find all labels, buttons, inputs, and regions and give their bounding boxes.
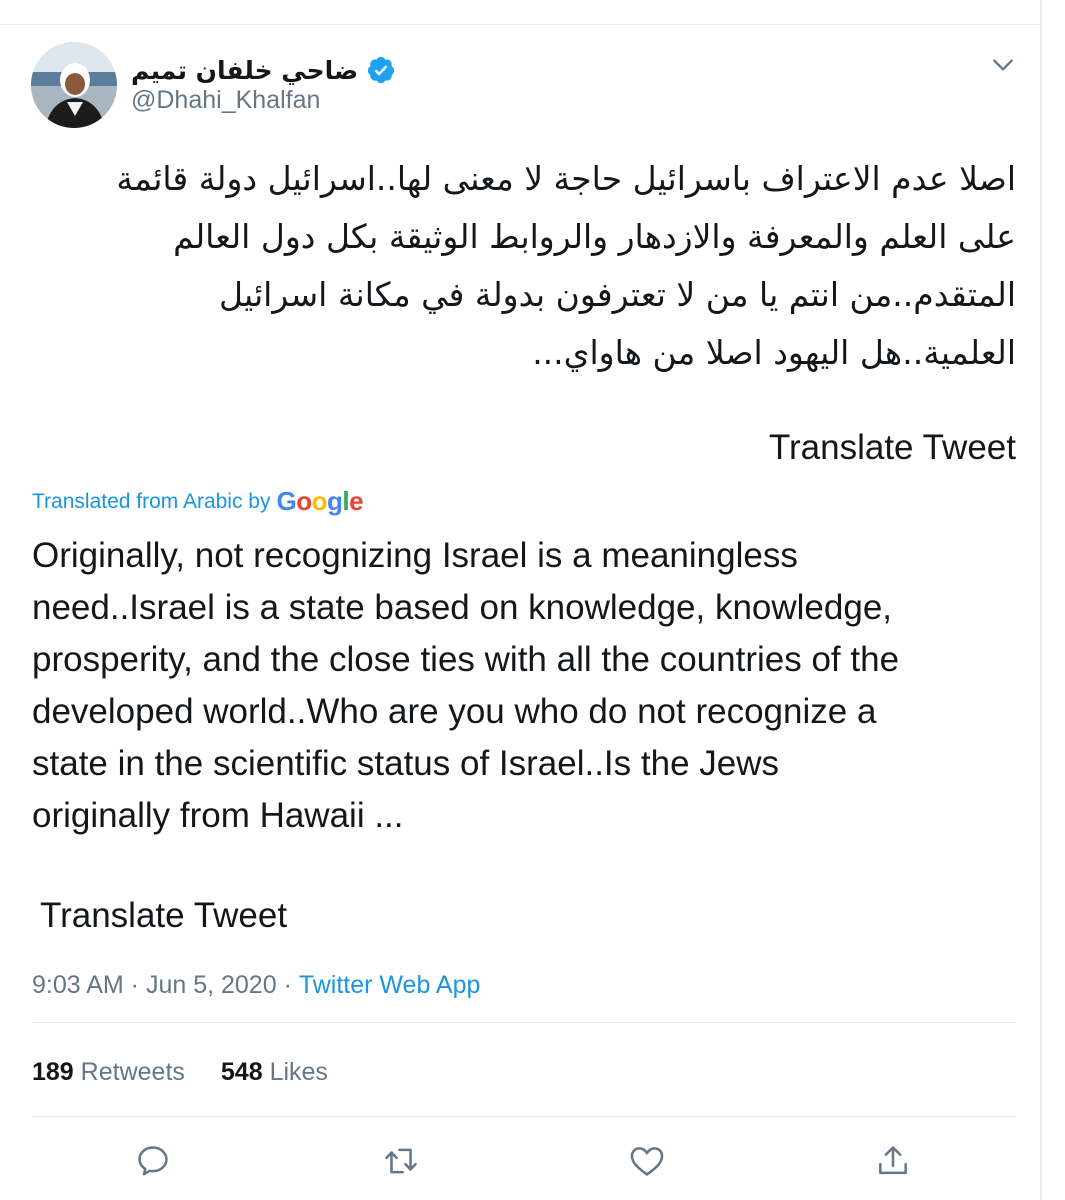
arabic-line: المتقدم..من انتم يا من لا تعترفون بدولة … (219, 275, 1016, 314)
tweet-card: ضاحي خلفان تميم @Dhahi_Khalfan اصلا عدم … (0, 0, 1042, 1200)
google-letter: e (349, 486, 364, 516)
share-icon[interactable] (874, 1142, 912, 1180)
likes-stat[interactable]: 548 Likes (221, 1058, 328, 1087)
translation-line: Originally, not recognizing Israel is a … (32, 536, 798, 575)
retweets-label: Retweets (80, 1058, 185, 1086)
tweet-source-link[interactable]: Twitter Web App (299, 971, 481, 1000)
retweets-count: 189 (32, 1058, 74, 1086)
avatar[interactable] (31, 42, 117, 128)
translated-from-label: Translated from Arabic by (32, 489, 271, 513)
tweet-date[interactable]: Jun 5, 2020 (146, 971, 277, 1000)
google-letter: o (311, 486, 328, 516)
display-name-row[interactable]: ضاحي خلفان تميم (131, 52, 396, 88)
top-divider (0, 24, 1042, 25)
retweet-icon[interactable] (382, 1142, 420, 1180)
translation-line: need..Israel is a state based on knowled… (32, 588, 893, 627)
translation-line: originally from Hawaii ... (32, 796, 404, 835)
likes-label: Likes (269, 1058, 328, 1086)
reply-icon[interactable] (134, 1142, 172, 1180)
display-name[interactable]: ضاحي خلفان تميم (131, 56, 358, 85)
google-letter: o (296, 486, 312, 516)
tweet-time[interactable]: 9:03 AM (32, 971, 124, 1000)
retweets-stat[interactable]: 189 Retweets (32, 1058, 185, 1087)
chevron-down-icon[interactable] (990, 52, 1016, 78)
verified-badge-icon (366, 55, 396, 85)
user-handle[interactable]: @Dhahi_Khalfan (131, 86, 320, 115)
translation-line: developed world..Who are you who do not … (32, 692, 877, 731)
tweet-text-translation: Originally, not recognizing Israel is a … (32, 530, 1012, 842)
divider (32, 1116, 1016, 1117)
likes-count: 548 (220, 1058, 263, 1086)
tweet-text-arabic: اصلا عدم الاعتراف باسرائيل حاجة لا معنى … (40, 150, 1016, 382)
translate-tweet-link-bottom[interactable]: Translate Tweet (40, 896, 287, 936)
google-letter: g (327, 486, 343, 516)
google-letter: G (276, 486, 297, 516)
divider (32, 1022, 1016, 1023)
translation-line: state in the scientific status of Israel… (32, 744, 779, 783)
meta-separator: · (123, 971, 146, 999)
google-logo: Google (277, 486, 364, 517)
arabic-line: العلمية..هل اليهود اصلا من هاواي... (532, 333, 1016, 372)
arabic-line: على العلم والمعرفة والازدهار والروابط ال… (173, 217, 1016, 256)
translated-from-attribution: Translated from Arabic by Google (32, 486, 364, 517)
arabic-line: اصلا عدم الاعتراف باسرائيل حاجة لا معنى … (116, 159, 1016, 198)
translate-tweet-link-top[interactable]: Translate Tweet (700, 428, 1016, 468)
tweet-meta: 9:03 AM · Jun 5, 2020 · Twitter Web App (32, 971, 480, 1000)
translation-line: prosperity, and the close ties with all … (32, 640, 900, 679)
tweet-stats: 189 Retweets 548 Likes (32, 1058, 328, 1087)
meta-separator: · (276, 971, 299, 999)
heart-icon[interactable] (628, 1142, 666, 1180)
